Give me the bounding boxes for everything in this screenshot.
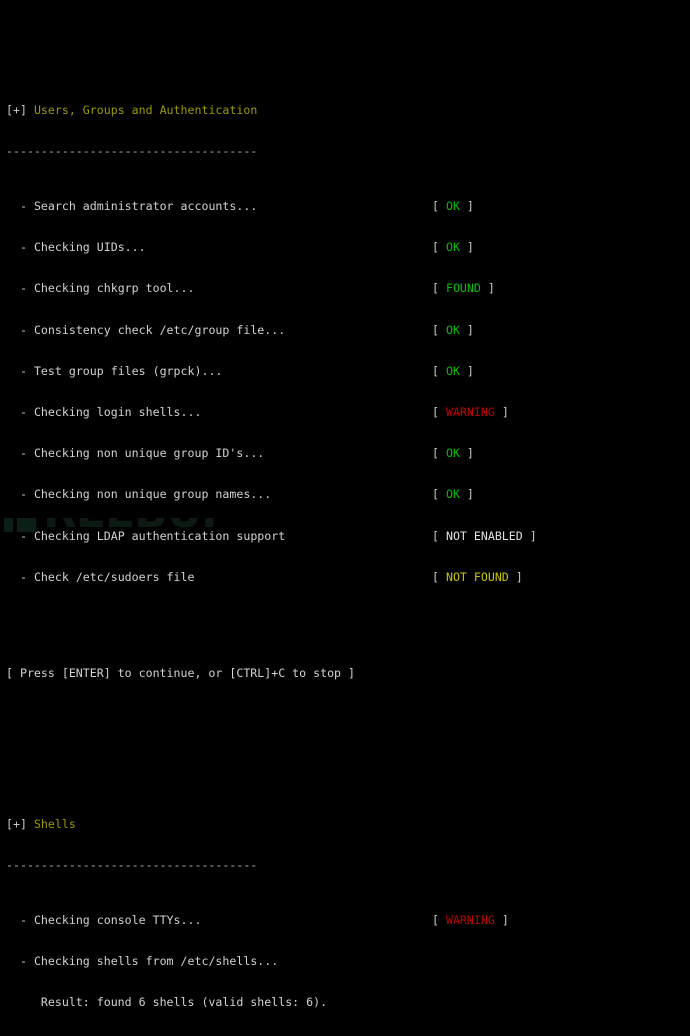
check-label: Check /etc/sudoers file <box>33 569 195 584</box>
section-header: [+] Shells <box>6 816 690 832</box>
check-row: - Checking chkgrp tool... [ FOUND ] <box>6 282 690 296</box>
status-text: OK <box>445 199 460 214</box>
section-separator: ------------------------------------ <box>6 144 258 159</box>
bullet: - <box>19 404 27 419</box>
status-text: NOT ENABLED <box>445 528 523 543</box>
status-text: OK <box>445 487 460 502</box>
section-prefix: [+] <box>6 816 27 831</box>
status-text: OK <box>445 322 460 337</box>
check-label: Checking LDAP authentication support <box>33 528 286 543</box>
check-status: [ WARNING ] <box>432 912 509 927</box>
check-status: [ OK ] <box>432 199 474 214</box>
check-row: - Check /etc/sudoers file [ NOT FOUND ] <box>6 569 690 585</box>
check-row: - Checking login shells... [ WARNING ] <box>6 404 690 420</box>
check-status: [ OK ] <box>432 487 474 502</box>
status-text: OK <box>445 240 460 255</box>
check-label: Checking chkgrp tool... <box>33 281 195 296</box>
check-label: Checking console TTYs... <box>33 912 202 927</box>
bullet: - <box>19 954 27 969</box>
bullet: - <box>19 240 27 255</box>
continue-prompt: [ Press [ENTER] to continue, or [CTRL]+C… <box>6 665 356 680</box>
bullet: - <box>19 199 27 214</box>
bullet: - <box>19 569 27 584</box>
bullet: - <box>19 363 27 378</box>
check-status: [ OK ] <box>432 363 474 378</box>
check-status: [ NOT ENABLED ] <box>432 528 537 543</box>
check-label: Checking shells from /etc/shells... <box>33 954 279 969</box>
check-label: Consistency check /etc/group file... <box>33 322 286 337</box>
section-header: [+] Users, Groups and Authentication <box>6 102 690 118</box>
section-title-users-groups-authentication: Users, Groups and Authentication <box>33 102 258 117</box>
check-status: [ FOUND ] <box>432 281 495 296</box>
bullet: - <box>19 487 27 502</box>
check-row: - Search administrator accounts... [ OK ] <box>6 199 690 214</box>
section-prefix: [+] <box>6 102 27 117</box>
check-status: [ OK ] <box>432 240 474 255</box>
check-label: Search administrator accounts... <box>33 199 258 214</box>
section-separator: ------------------------------------ <box>6 858 258 873</box>
check-label: Checking login shells... <box>33 404 202 419</box>
status-text: OK <box>445 363 460 378</box>
check-label: Test group files (grpck)... <box>33 363 223 378</box>
check-row: - Consistency check /etc/group file... [ … <box>6 322 690 338</box>
check-row: - Checking shells from /etc/shells... <box>6 954 690 969</box>
check-row: - Checking console TTYs... [ WARNING ] <box>6 912 690 928</box>
check-row: - Checking UIDs... [ OK ] <box>6 240 690 255</box>
check-label: Checking non unique group ID's... <box>33 446 265 461</box>
check-status: [ NOT FOUND ] <box>432 569 523 584</box>
check-status: [ WARNING ] <box>432 404 509 419</box>
status-text: OK <box>445 446 460 461</box>
status-text: FOUND <box>445 281 481 296</box>
status-text: WARNING <box>445 912 495 927</box>
check-label: Checking non unique group names... <box>33 487 272 502</box>
bullet: - <box>19 912 27 927</box>
section-title-shells: Shells <box>33 816 76 831</box>
status-text: WARNING <box>445 404 495 419</box>
check-status: [ OK ] <box>432 446 474 461</box>
bullet: - <box>19 322 27 337</box>
check-label: Checking UIDs... <box>33 240 146 255</box>
check-row: - Checking LDAP authentication support [ … <box>6 528 690 544</box>
check-row: - Test group files (grpck)... [ OK ] <box>6 363 690 379</box>
result-text: Result: found 6 shells (valid shells: 6)… <box>40 995 328 1010</box>
check-row: - Checking non unique group ID's... [ OK … <box>6 446 690 461</box>
check-result: Result: found 6 shells (valid shells: 6)… <box>6 995 690 1010</box>
bullet: - <box>19 446 27 461</box>
bullet: - <box>19 281 27 296</box>
check-row: - Checking non unique group names... [ OK… <box>6 487 690 502</box>
bullet: - <box>19 528 27 543</box>
check-status: [ OK ] <box>432 322 474 337</box>
terminal-output: [+] Users, Groups and Authentication ---… <box>0 0 690 1009</box>
status-text: NOT FOUND <box>445 569 509 584</box>
